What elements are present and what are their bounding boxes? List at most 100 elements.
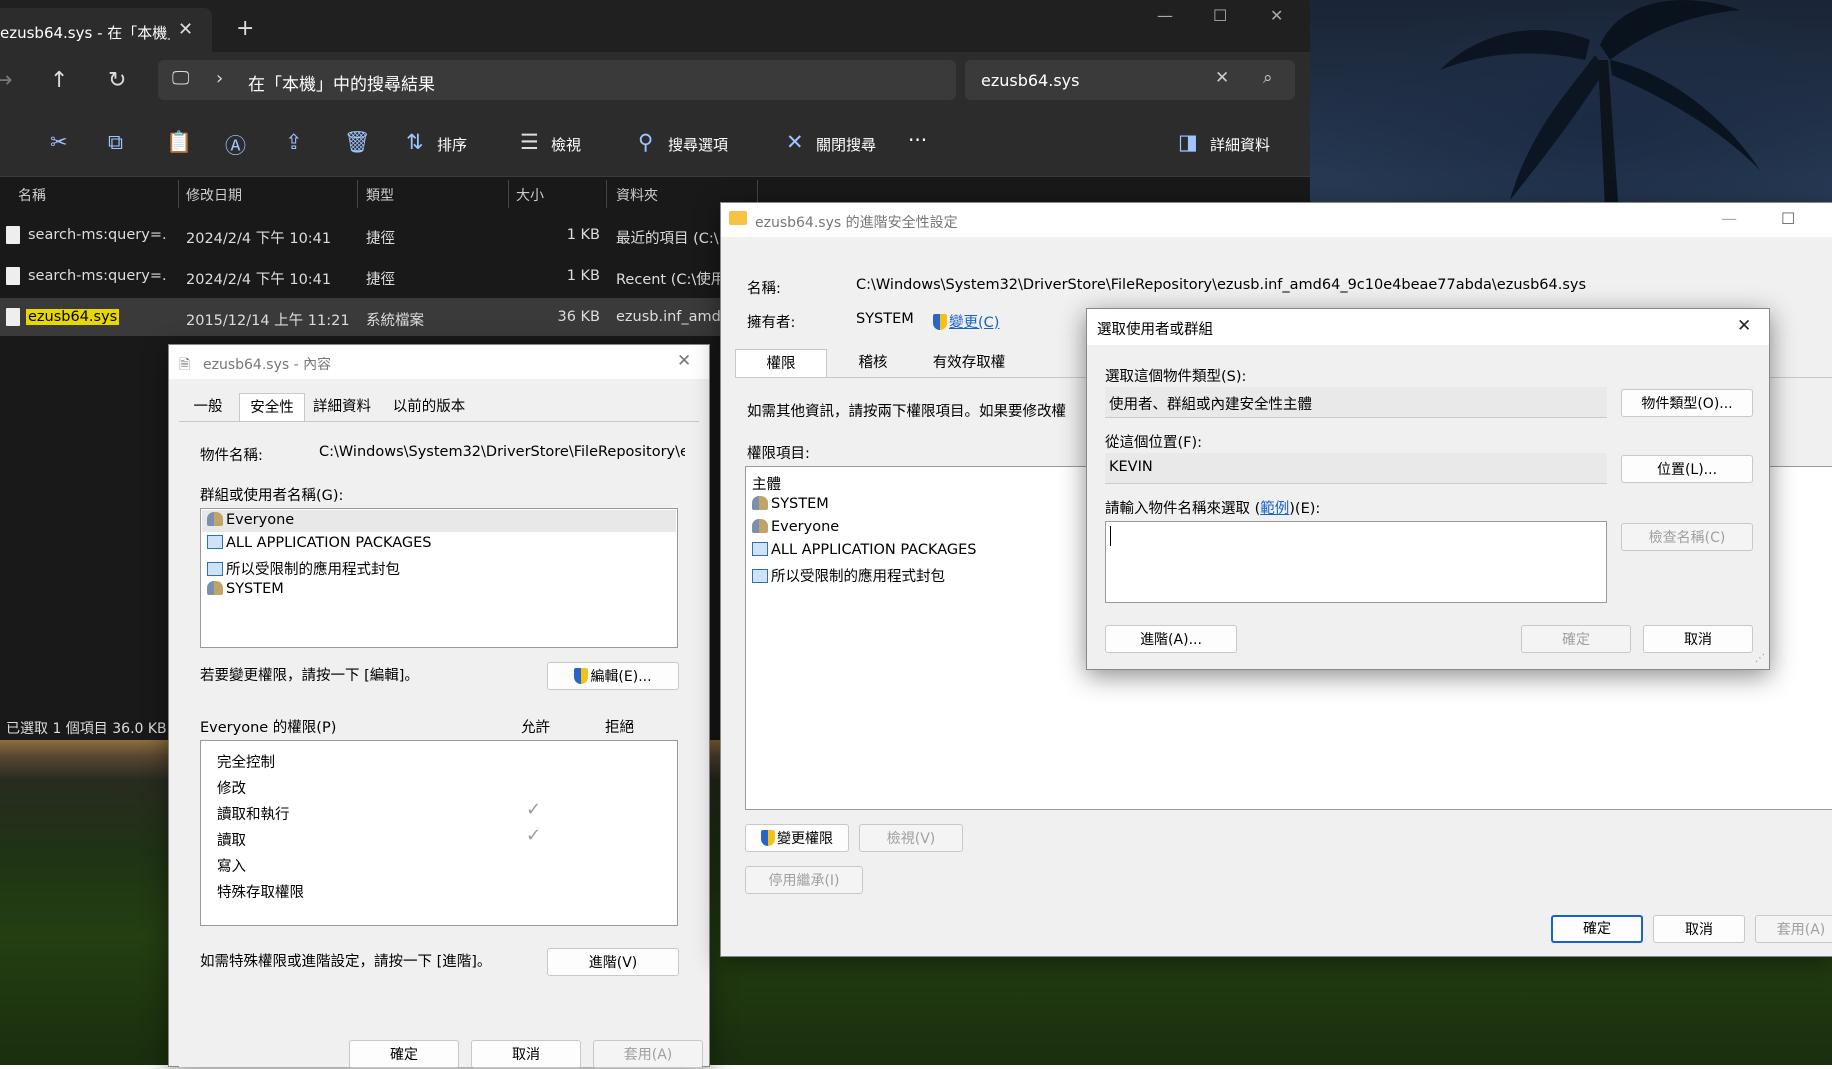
column-header-principal[interactable]: 主體 xyxy=(752,473,781,494)
view-button[interactable]: 檢視(V) xyxy=(859,824,963,852)
file-size: 1 KB xyxy=(566,268,600,284)
tab-general[interactable]: 一般 xyxy=(179,393,237,421)
minimize-icon[interactable]: — xyxy=(1157,6,1173,25)
advanced-button[interactable]: 進階(V) xyxy=(547,948,679,976)
permission-item: 寫入 xyxy=(217,859,246,875)
properties-dialog: 🗎 ezusb64.sys - 內容 ✕ 一般 安全性 詳細資料 以前的版本 物… xyxy=(168,344,710,1068)
check-names-button[interactable]: 檢查名稱(C) xyxy=(1621,523,1753,551)
permission-item: 修改 xyxy=(217,781,246,797)
search-icon[interactable]: ⌕ xyxy=(1263,68,1273,88)
copy-icon[interactable]: ⧉ xyxy=(108,130,123,155)
entry-item[interactable]: SYSTEM xyxy=(752,496,829,512)
examples-link[interactable]: 範例 xyxy=(1260,501,1289,517)
change-permissions-button[interactable]: 變更權限 xyxy=(745,824,849,852)
properties-titlebar: 🗎 ezusb64.sys - 內容 ✕ xyxy=(169,345,709,379)
ok-button[interactable]: 確定 xyxy=(1551,915,1643,943)
object-types-button[interactable]: 物件類型(O)... xyxy=(1621,389,1753,417)
close-window-icon[interactable]: ✕ xyxy=(1270,6,1283,25)
address-bar[interactable]: 🖵 › 在「本機」中的搜尋結果 xyxy=(158,60,956,100)
group-item[interactable]: Everyone xyxy=(207,512,294,528)
details-button[interactable]: 詳細資料 xyxy=(1210,134,1270,155)
column-header-type[interactable]: 類型 xyxy=(366,185,394,205)
edit-button[interactable]: 編輯(E)... xyxy=(547,662,679,690)
close-search-button[interactable]: 關閉搜尋 xyxy=(816,134,876,155)
tab-security[interactable]: 安全性 xyxy=(239,393,305,422)
checkmark-icon: ✓ xyxy=(526,825,542,846)
entry-item[interactable]: Everyone xyxy=(752,519,839,535)
name-value: C:\Windows\System32\DriverStore\FileRepo… xyxy=(856,277,1587,293)
ok-button[interactable]: 確定 xyxy=(1521,625,1631,653)
tab-close-icon[interactable]: ✕ xyxy=(178,19,193,40)
file-size: 1 KB xyxy=(566,227,600,243)
close-icon[interactable]: ✕ xyxy=(677,351,691,371)
delete-icon[interactable]: 🗑 xyxy=(344,130,371,155)
group-icon xyxy=(752,496,768,510)
file-row[interactable]: search-ms:query=... 2024/2/4 下午 10:41 捷徑… xyxy=(0,216,720,254)
up-icon[interactable]: ↑ xyxy=(50,68,68,93)
advanced-button[interactable]: 進階(A)... xyxy=(1105,625,1237,653)
cancel-button[interactable]: 取消 xyxy=(1643,625,1753,653)
file-row[interactable]: search-ms:query=... 2024/2/4 下午 10:41 捷徑… xyxy=(0,257,720,295)
search-box[interactable]: ezusb64.sys ✕ ⌕ xyxy=(965,60,1295,100)
tab-previous-versions[interactable]: 以前的版本 xyxy=(381,393,477,421)
select-users-titlebar: 選取使用者或群組 ✕ xyxy=(1087,309,1769,345)
column-header-modified[interactable]: 修改日期 xyxy=(186,185,242,205)
groups-list[interactable]: Everyone ALL APPLICATION PACKAGES 所以受限制的… xyxy=(200,508,678,648)
advanced-security-title: ezusb64.sys 的進階安全性設定 xyxy=(755,215,958,231)
resize-grip-icon[interactable]: ⋰ xyxy=(1755,653,1765,664)
group-item[interactable]: SYSTEM xyxy=(207,581,284,597)
cancel-button[interactable]: 取消 xyxy=(471,1040,581,1068)
file-name: ezusb64.sys xyxy=(26,309,120,325)
tab-permissions[interactable]: 權限 xyxy=(735,349,827,378)
object-type-label: 選取這個物件類型(S): xyxy=(1105,369,1247,385)
column-header-name[interactable]: 名稱 xyxy=(18,185,46,205)
forward-icon[interactable]: → xyxy=(0,68,12,93)
tab-effective-access[interactable]: 有效存取權 xyxy=(921,349,1017,377)
search-options-button[interactable]: 搜尋選項 xyxy=(668,134,728,155)
paste-icon[interactable]: 📋 xyxy=(166,130,192,155)
ok-button[interactable]: 確定 xyxy=(349,1040,459,1068)
view-button[interactable]: 檢視 xyxy=(551,134,581,155)
minimize-icon[interactable]: — xyxy=(1721,209,1737,228)
tab-title: ezusb64.sys - 在「本機」中的搜 xyxy=(0,24,170,42)
entry-item[interactable]: ALL APPLICATION PACKAGES xyxy=(752,542,977,558)
share-icon[interactable]: ⇪ xyxy=(285,130,303,154)
computer-icon: 🖵 xyxy=(172,68,190,89)
properties-tabs: 一般 安全性 詳細資料 以前的版本 xyxy=(179,393,699,422)
tab-details[interactable]: 詳細資料 xyxy=(305,393,379,421)
disable-inheritance-button[interactable]: 停用繼承(I) xyxy=(745,866,863,894)
object-names-textarea[interactable] xyxy=(1105,521,1607,603)
group-item[interactable]: ALL APPLICATION PACKAGES xyxy=(207,535,432,551)
permission-item: 讀取 xyxy=(217,833,246,849)
rename-icon[interactable]: Ⓐ xyxy=(225,130,246,160)
permissions-label: Everyone 的權限(P) xyxy=(200,720,337,736)
search-input[interactable]: ezusb64.sys xyxy=(981,71,1079,90)
location-field: KEVIN xyxy=(1105,453,1607,484)
group-icon xyxy=(207,581,223,595)
apply-button[interactable]: 套用(A) xyxy=(593,1040,703,1068)
file-row-selected[interactable]: ezusb64.sys 2015/12/14 上午 11:21 系統檔案 36 … xyxy=(0,298,720,336)
group-item[interactable]: 所以受限制的應用程式封包 xyxy=(207,558,400,579)
apply-button[interactable]: 套用(A) xyxy=(1755,915,1832,943)
maximize-icon[interactable]: ☐ xyxy=(1781,209,1795,228)
cut-icon[interactable]: ✂ xyxy=(50,130,68,154)
maximize-icon[interactable]: ☐ xyxy=(1213,6,1227,25)
locations-button[interactable]: 位置(L)... xyxy=(1621,455,1753,483)
new-tab-icon[interactable]: + xyxy=(236,16,254,41)
group-icon xyxy=(752,519,768,533)
refresh-icon[interactable]: ↻ xyxy=(108,68,126,93)
file-modified: 2024/2/4 下午 10:41 xyxy=(186,272,332,288)
file-folder: 最近的項目 (C:\ xyxy=(616,231,719,247)
clear-search-icon[interactable]: ✕ xyxy=(1215,68,1229,88)
sort-button[interactable]: 排序 xyxy=(437,134,467,155)
close-icon[interactable]: ✕ xyxy=(1737,316,1751,336)
column-header-size[interactable]: 大小 xyxy=(516,185,544,205)
more-options-icon[interactable]: ··· xyxy=(908,128,927,152)
explorer-tab[interactable]: ezusb64.sys - 在「本機」中的搜 ✕ xyxy=(0,8,212,52)
cancel-button[interactable]: 取消 xyxy=(1653,915,1745,943)
column-header-folder[interactable]: 資料夾 xyxy=(616,185,658,205)
entry-item[interactable]: 所以受限制的應用程式封包 xyxy=(752,565,945,586)
tab-auditing[interactable]: 稽核 xyxy=(827,349,919,377)
uac-shield-icon xyxy=(761,830,775,846)
change-owner-link[interactable]: 變更(C) xyxy=(933,311,999,332)
